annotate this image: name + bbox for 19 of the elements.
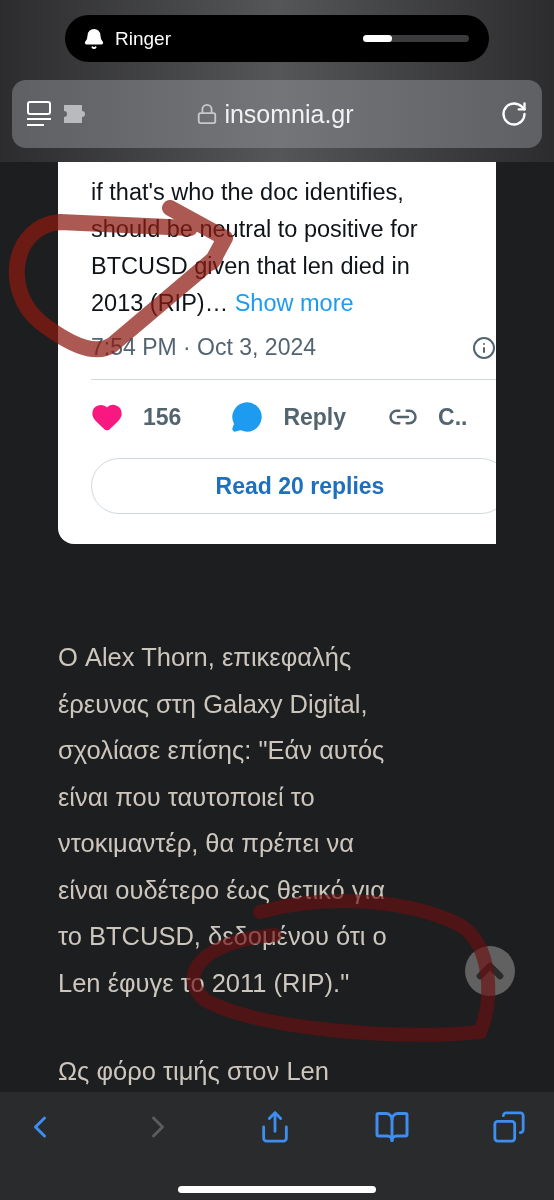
- speech-bubble-icon[interactable]: [231, 401, 264, 433]
- address-bar[interactable]: insomnia.gr: [12, 80, 542, 148]
- bookmarks-button[interactable]: [374, 1109, 410, 1145]
- ringer-label: Ringer: [115, 27, 172, 50]
- copy-label[interactable]: C..: [438, 403, 468, 431]
- url-text: insomnia.gr: [224, 99, 354, 129]
- article-paragraph: Ο Alex Thorn, επικεφαλής έρευνας στη Galaxy Digital, σχολίασε επίσης: "Εάν αυτός είναι που ταυτοποιεί το ντοκιμαντέρ, θα πρέπει να είναι ουδέτερο έως θετικό για το BTCUSD, δεδομένου ότι ο Len έφυγε το 2011 (RIP).": [58, 642, 387, 999]
- tabs-button[interactable]: [492, 1110, 526, 1144]
- article-paragraph: Ως φόρο τιμής στον Len: [58, 1056, 329, 1087]
- like-count: 156: [143, 403, 182, 431]
- show-more-link[interactable]: Show more: [234, 290, 354, 316]
- lock-icon: [196, 103, 219, 125]
- info-icon[interactable]: [472, 335, 496, 360]
- reader-icon[interactable]: [26, 100, 52, 128]
- reply-label[interactable]: Reply: [283, 403, 346, 431]
- scroll-top-button[interactable]: [465, 946, 515, 996]
- bell-icon: [83, 27, 105, 50]
- read-replies-button[interactable]: Read 20 replies: [91, 458, 496, 514]
- reload-icon[interactable]: [500, 100, 528, 128]
